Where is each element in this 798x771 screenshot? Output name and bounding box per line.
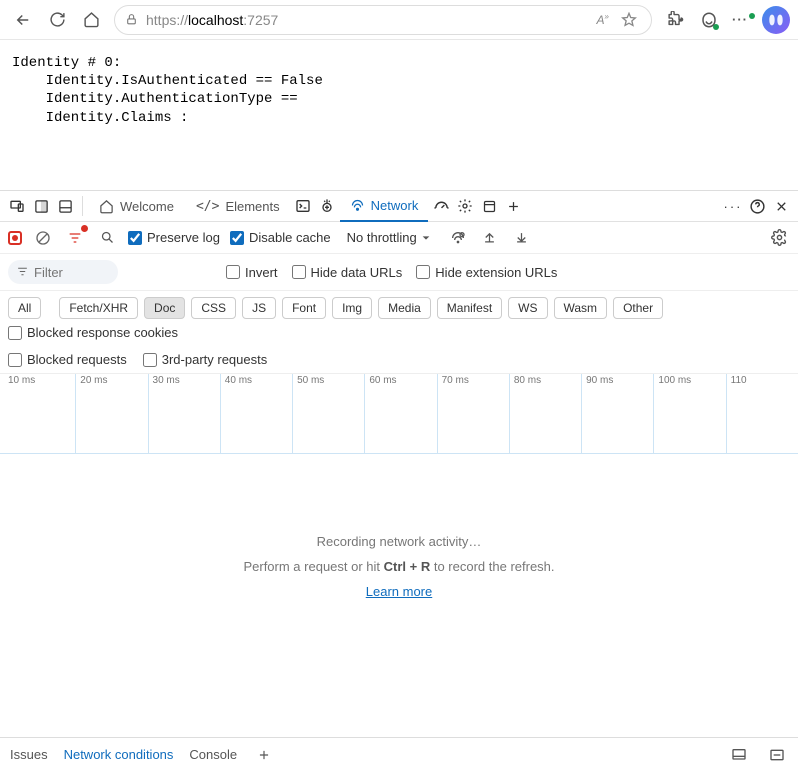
record-button[interactable] — [8, 231, 22, 245]
tab-welcome[interactable]: Welcome — [89, 190, 184, 222]
type-other[interactable]: Other — [613, 297, 663, 319]
console-icon[interactable] — [292, 195, 314, 217]
drawer-expand-icon[interactable] — [766, 744, 788, 766]
sources-icon[interactable] — [316, 195, 338, 217]
more-tools-icon[interactable]: ··· — [722, 195, 744, 217]
filter-toggle-icon[interactable] — [64, 227, 86, 249]
type-manifest[interactable]: Manifest — [437, 297, 502, 319]
tab-label: Elements — [225, 199, 279, 214]
network-conditions-icon[interactable] — [447, 227, 469, 249]
drawer-dock-icon[interactable] — [728, 744, 750, 766]
back-button[interactable] — [8, 5, 38, 35]
wallet-icon[interactable] — [694, 5, 724, 35]
drawer-tab-network-conditions[interactable]: Network conditions — [64, 747, 174, 762]
type-css[interactable]: CSS — [191, 297, 236, 319]
invert-checkbox[interactable]: Invert — [226, 265, 278, 280]
drawer-tab-console[interactable]: Console — [189, 747, 237, 762]
export-icon[interactable] — [511, 227, 533, 249]
refresh-button[interactable] — [42, 5, 72, 35]
timeline-tick: 20 ms — [75, 374, 147, 454]
type-filter-bar: All Fetch/XHR Doc CSS JS Font Img Media … — [0, 291, 798, 374]
type-wasm[interactable]: Wasm — [554, 297, 608, 319]
timeline-tick: 90 ms — [581, 374, 653, 454]
type-fetch[interactable]: Fetch/XHR — [59, 297, 138, 319]
filter-bar: Invert Hide data URLs Hide extension URL… — [0, 254, 798, 291]
timeline-tick: 40 ms — [220, 374, 292, 454]
tab-elements[interactable]: </> Elements — [186, 190, 290, 222]
tab-network[interactable]: Network — [340, 190, 429, 222]
lock-icon — [125, 13, 138, 26]
timeline-tick: 110 — [726, 374, 798, 454]
memory-icon[interactable] — [454, 195, 476, 217]
page-content: Identity # 0: Identity.IsAuthenticated =… — [0, 40, 798, 190]
timeline[interactable]: 10 ms20 ms30 ms40 ms50 ms60 ms70 ms80 ms… — [0, 374, 798, 454]
more-icon[interactable]: ··· — [728, 5, 758, 35]
timeline-tick: 100 ms — [653, 374, 725, 454]
home-button[interactable] — [76, 5, 106, 35]
drawer-add-icon[interactable] — [253, 744, 275, 766]
timeline-tick: 50 ms — [292, 374, 364, 454]
favorite-icon[interactable] — [617, 5, 641, 35]
address-bar[interactable]: https://localhost:7257 A» — [114, 5, 652, 35]
network-toolbar: Preserve log Disable cache No throttling — [0, 222, 798, 254]
import-icon[interactable] — [479, 227, 501, 249]
copilot-icon[interactable] — [762, 6, 790, 34]
type-ws[interactable]: WS — [508, 297, 547, 319]
timeline-tick: 70 ms — [437, 374, 509, 454]
performance-icon[interactable] — [430, 195, 452, 217]
browser-toolbar: https://localhost:7257 A» ··· — [0, 0, 798, 40]
type-js[interactable]: JS — [242, 297, 276, 319]
throttling-select[interactable]: No throttling — [341, 228, 437, 247]
read-aloud-icon[interactable]: A» — [597, 12, 609, 27]
third-party-checkbox[interactable]: 3rd-party requests — [143, 352, 268, 367]
clear-icon[interactable] — [32, 227, 54, 249]
type-media[interactable]: Media — [378, 297, 431, 319]
blocked-requests-checkbox[interactable]: Blocked requests — [8, 352, 127, 367]
close-devtools-icon[interactable] — [770, 195, 792, 217]
timeline-tick: 30 ms — [148, 374, 220, 454]
extensions-icon[interactable] — [660, 5, 690, 35]
settings-icon[interactable] — [768, 227, 790, 249]
timeline-tick: 80 ms — [509, 374, 581, 454]
url-text: https://localhost:7257 — [146, 12, 589, 28]
blocked-cookies-checkbox[interactable]: Blocked response cookies — [8, 325, 178, 340]
disable-cache-checkbox[interactable]: Disable cache — [230, 230, 331, 245]
devtools-tabbar: Welcome </> Elements Network ··· — [0, 190, 798, 222]
filter-icon — [16, 265, 29, 278]
timeline-tick: 60 ms — [364, 374, 436, 454]
tab-label: Network — [371, 198, 419, 213]
type-img[interactable]: Img — [332, 297, 372, 319]
empty-title: Recording network activity… — [317, 534, 482, 549]
type-all[interactable]: All — [8, 297, 41, 319]
device-emulation-icon[interactable] — [6, 195, 28, 217]
hide-extension-urls-checkbox[interactable]: Hide extension URLs — [416, 265, 557, 280]
add-tab-icon[interactable] — [502, 195, 524, 217]
drawer-tab-issues[interactable]: Issues — [10, 747, 48, 762]
dock-bottom-icon[interactable] — [54, 195, 76, 217]
dock-side-icon[interactable] — [30, 195, 52, 217]
hide-data-urls-checkbox[interactable]: Hide data URLs — [292, 265, 403, 280]
search-icon[interactable] — [96, 227, 118, 249]
timeline-tick: 10 ms — [0, 374, 75, 454]
type-doc[interactable]: Doc — [144, 297, 185, 319]
preserve-log-checkbox[interactable]: Preserve log — [128, 230, 220, 245]
learn-more-link[interactable]: Learn more — [366, 584, 432, 599]
tab-label: Welcome — [120, 199, 174, 214]
type-font[interactable]: Font — [282, 297, 326, 319]
application-icon[interactable] — [478, 195, 500, 217]
empty-hint: Perform a request or hit Ctrl + R to rec… — [243, 559, 554, 574]
empty-state: Recording network activity… Perform a re… — [0, 454, 798, 759]
help-icon[interactable] — [746, 195, 768, 217]
drawer: Issues Network conditions Console — [0, 737, 798, 771]
